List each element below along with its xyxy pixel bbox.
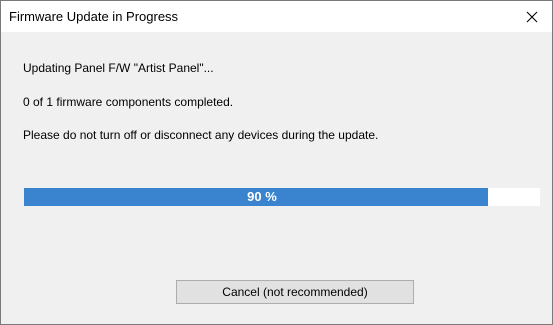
close-icon — [526, 11, 538, 23]
window-title: Firmware Update in Progress — [9, 9, 179, 24]
progress-bar: 90 % — [24, 188, 540, 206]
title-bar: Firmware Update in Progress — [1, 1, 552, 32]
components-status: 0 of 1 firmware components completed. — [23, 95, 234, 109]
cancel-button[interactable]: Cancel (not recommended) — [176, 280, 414, 304]
close-button[interactable] — [512, 1, 552, 32]
firmware-update-dialog: Firmware Update in Progress Updating Pan… — [0, 0, 553, 325]
updating-message: Updating Panel F/W "Artist Panel"... — [23, 61, 214, 75]
warning-message: Please do not turn off or disconnect any… — [23, 128, 379, 142]
progress-label: 90 % — [247, 189, 277, 204]
